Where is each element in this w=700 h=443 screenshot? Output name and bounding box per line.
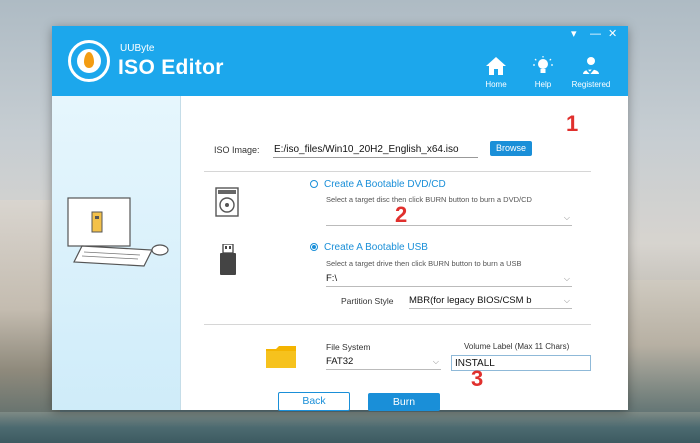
computer-illustration-icon [67, 197, 169, 267]
iso-path-input[interactable] [273, 142, 478, 158]
annotation-1: 1 [566, 111, 579, 136]
annotation-2: 2 [395, 202, 408, 227]
file-system-value: FAT32 [326, 356, 354, 367]
user-check-icon [583, 57, 599, 75]
partition-style-select[interactable]: MBR(for legacy BIOS/CSM b ⌵ [409, 295, 572, 309]
chevron-down-icon: ⌵ [563, 274, 570, 283]
logo-icon [68, 40, 110, 82]
close-icon[interactable]: ✕ [608, 29, 617, 40]
usb-hint: Select a target drive then click BURN bu… [326, 259, 522, 268]
dvd-drive-icon [215, 187, 239, 217]
home-button[interactable]: Home [471, 56, 521, 92]
usb-radio[interactable] [310, 243, 318, 251]
usb-drive-icon [220, 244, 236, 275]
usb-drive-select[interactable]: F:\ ⌵ [326, 273, 572, 287]
partition-style-value: MBR(for legacy BIOS/CSM b [409, 295, 532, 306]
dvd-radio[interactable] [310, 180, 318, 188]
iso-image-label: ISO Image: [214, 145, 260, 155]
main-content: ISO Image: Browse Create A Bootable DVD/… [181, 96, 628, 411]
app-window: UUByte ISO Editor ▾ — ✕ Home Help Regist… [52, 26, 628, 411]
volume-label-label: Volume Label (Max 11 Chars) [464, 342, 570, 351]
menu-dropdown-icon[interactable]: ▾ [571, 29, 577, 40]
header-bar: UUByte ISO Editor ▾ — ✕ Home Help Regist… [52, 26, 628, 96]
registered-button[interactable]: Registered [566, 56, 616, 92]
help-label: Help [534, 80, 552, 89]
divider-top [204, 171, 591, 172]
burn-button[interactable]: Burn [368, 393, 440, 411]
dvd-option-label[interactable]: Create A Bootable DVD/CD [324, 179, 446, 190]
home-label: Home [485, 80, 507, 89]
sidebar [52, 96, 181, 410]
partition-style-label: Partition Style [341, 296, 394, 306]
usb-drive-value: F:\ [326, 273, 338, 284]
file-system-select[interactable]: FAT32 ⌵ [326, 356, 441, 370]
background-bottom [0, 412, 700, 443]
chevron-down-icon: ⌵ [563, 213, 570, 222]
brand-name: UUByte [120, 43, 155, 54]
usb-option-label[interactable]: Create A Bootable USB [324, 242, 428, 253]
file-system-label: File System [326, 342, 371, 352]
chevron-down-icon: ⌵ [432, 357, 439, 366]
minimize-icon[interactable]: — [590, 29, 601, 40]
help-button[interactable]: Help [518, 56, 568, 92]
lightbulb-icon [533, 56, 553, 73]
registered-label: Registered [571, 80, 611, 89]
divider-bottom [204, 324, 591, 325]
product-name: ISO Editor [118, 56, 224, 79]
background-left [0, 200, 60, 443]
dvd-drive-select[interactable]: ⌵ [326, 212, 572, 226]
dvd-hint: Select a target disc then click BURN but… [326, 195, 532, 204]
browse-button[interactable]: Browse [490, 141, 532, 156]
folder-icon [266, 346, 296, 368]
home-icon [486, 57, 506, 75]
chevron-down-icon: ⌵ [563, 296, 570, 305]
annotation-3: 3 [471, 366, 484, 391]
back-button[interactable]: Back [278, 392, 350, 411]
